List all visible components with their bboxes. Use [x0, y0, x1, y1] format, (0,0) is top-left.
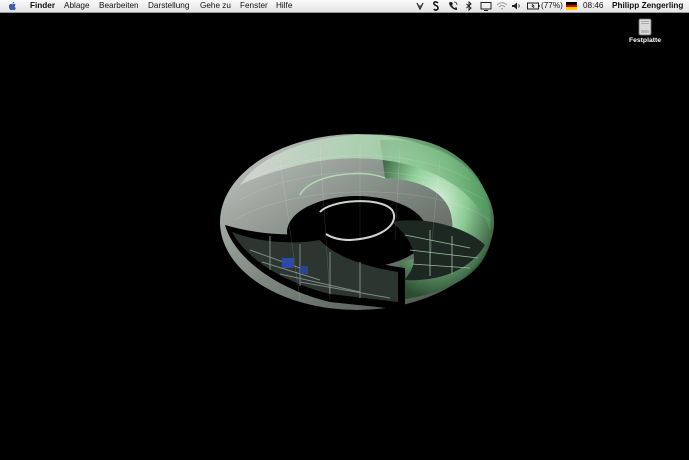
menu-fenster[interactable]: Fenster [240, 0, 268, 12]
menu-clock[interactable]: 08:46 [583, 0, 604, 12]
menu-user[interactable]: Philipp Zengerling [612, 0, 683, 12]
wallpaper-torus [220, 134, 494, 310]
battery-percent: (77%) [541, 1, 563, 10]
apple-script-icon[interactable] [415, 1, 425, 11]
display-icon[interactable] [480, 1, 492, 11]
phone-icon[interactable] [448, 1, 458, 11]
menu-gehe-zu[interactable]: Gehe zu [200, 0, 231, 12]
battery-icon[interactable] [527, 1, 540, 11]
menu-bar: Finder Ablage Bearbeiten Darstellung Geh… [0, 0, 689, 13]
menu-finder[interactable]: Finder [30, 0, 55, 12]
apple-icon[interactable] [8, 1, 18, 11]
bluetooth-icon[interactable] [465, 1, 473, 11]
hard-drive-icon[interactable] [636, 18, 654, 36]
menu-darstellung[interactable]: Darstellung [148, 0, 189, 12]
desktop-icon-festplatte[interactable] [630, 18, 660, 36]
german-flag-icon[interactable] [566, 2, 577, 10]
menu-hilfe[interactable]: Hilfe [276, 0, 292, 12]
sync-icon[interactable] [432, 1, 440, 11]
menu-ablage[interactable]: Ablage [64, 0, 90, 12]
volume-icon[interactable] [511, 1, 521, 11]
desktop-icon-label: Festplatte [628, 37, 662, 44]
wifi-icon[interactable] [496, 1, 508, 11]
menu-bearbeiten[interactable]: Bearbeiten [99, 0, 139, 12]
